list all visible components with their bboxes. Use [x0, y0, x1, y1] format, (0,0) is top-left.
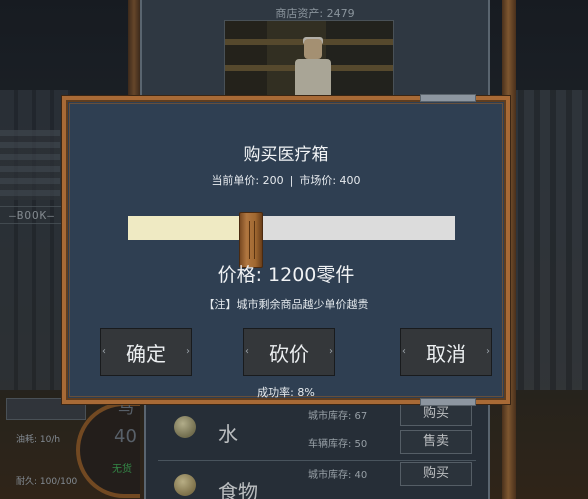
confirm-button[interactable]: ‹ 确定 › — [100, 328, 192, 376]
current-unit-price: 当前单价: 200 — [211, 174, 284, 187]
bargain-button[interactable]: ‹ 砍价 › — [243, 328, 335, 376]
price-separator: | — [289, 174, 294, 187]
chevron-right-icon: › — [329, 346, 333, 357]
slider-fill — [128, 216, 251, 240]
chevron-right-icon: › — [486, 346, 490, 357]
quantity-slider[interactable] — [128, 212, 455, 268]
frame-clip — [420, 94, 476, 102]
chevron-left-icon: ‹ — [402, 346, 406, 357]
cancel-button[interactable]: ‹ 取消 › — [400, 328, 492, 376]
price-note: 【注】城市剩余商品越少单价越贵 — [203, 298, 369, 311]
cancel-label: 取消 — [426, 341, 466, 366]
chevron-left-icon: ‹ — [102, 346, 106, 357]
price-info: 当前单价: 200 | 市场价: 400 — [66, 172, 506, 188]
chevron-left-icon: ‹ — [245, 346, 249, 357]
bargain-label: 砍价 — [269, 341, 309, 366]
market-price: 市场价: 400 — [299, 174, 361, 187]
total-price: 价格: 1200零件 — [217, 264, 355, 286]
success-rate: 成功率: 8% — [257, 386, 315, 399]
confirm-label: 确定 — [126, 341, 166, 366]
purchase-dialog: 购买医疗箱 当前单价: 200 | 市场价: 400 价格: 1200零件 【注】城… — [62, 94, 510, 406]
dialog-title: 购买医疗箱 — [243, 145, 329, 165]
chevron-right-icon: › — [186, 346, 190, 357]
